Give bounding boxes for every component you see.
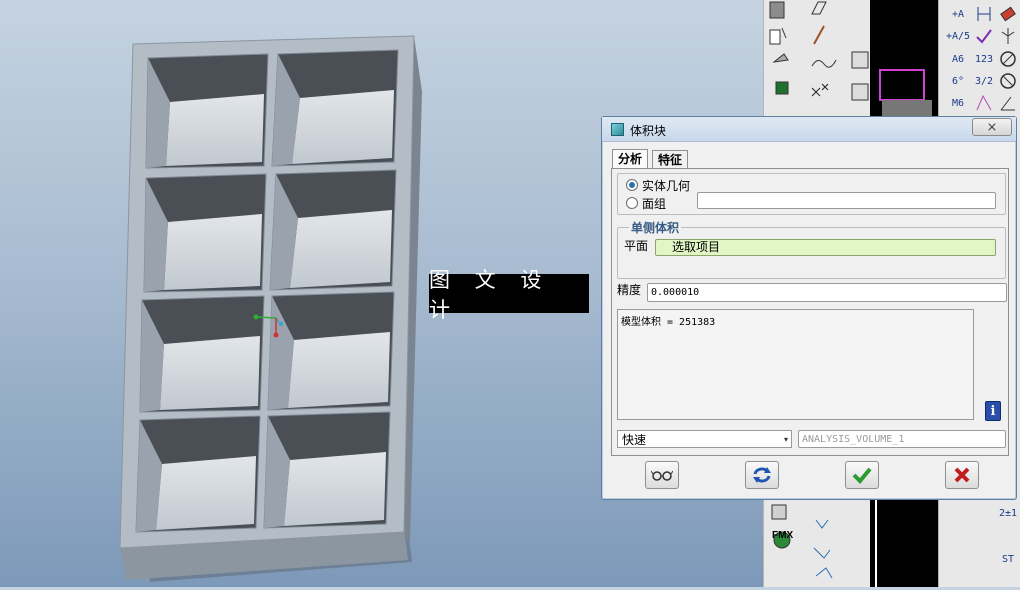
dimension-icon[interactable]: +A — [947, 3, 969, 25]
ok-button[interactable] — [845, 461, 879, 489]
tray-cell-floor — [290, 210, 392, 288]
precision-label: 精度 — [617, 283, 642, 297]
one-side-volume-title: 单侧体积 — [629, 219, 682, 236]
solid-geometry-label: 实体几何 — [642, 179, 691, 193]
result-text: 模型体积 = 251383 — [621, 317, 716, 328]
check-dimension-icon[interactable] — [973, 25, 995, 47]
analysis-tab-panel: 实体几何 面组 单侧体积 平面 选取项目 精度 0.000010 模型体积 = … — [611, 168, 1009, 456]
slash-circle-icon[interactable] — [997, 70, 1019, 92]
baseline-dimension-icon[interactable] — [973, 3, 995, 25]
preview-button[interactable] — [645, 461, 679, 489]
ordinate-dimension-icon[interactable]: 123 — [973, 48, 995, 70]
watermark-banner: 图 文 设 计 — [429, 268, 589, 322]
eraser-icon[interactable] — [997, 3, 1019, 25]
tray-cell-floor — [164, 214, 262, 290]
refresh-arrows-icon — [753, 467, 771, 483]
radio-quilt[interactable] — [626, 197, 638, 209]
precision-input[interactable]: 0.000010 — [647, 283, 1007, 302]
watermark-text: 图 文 设 计 — [429, 267, 551, 322]
dialog-titlebar[interactable]: 体积块 ⨯ — [602, 117, 1016, 142]
tray-cell-floor — [284, 452, 386, 526]
symmetry-icon[interactable] — [997, 25, 1019, 47]
close-icon: ⨯ — [986, 119, 998, 135]
fraction-dimension-icon[interactable]: 3/2 — [973, 70, 995, 92]
no-circle-icon[interactable] — [997, 48, 1019, 70]
volume-block-dialog: 体积块 ⨯ 分析 特征 实体几何 面组 单侧体积 平面 选取项目 精度 0.00… — [601, 116, 1017, 500]
tray-cell-floor — [292, 90, 394, 164]
quilt-select-field[interactable] — [697, 192, 996, 209]
mode-value: 快速 — [622, 433, 647, 447]
chevron-down-icon: ▾ — [783, 435, 788, 444]
tray-cell-floor — [156, 456, 256, 530]
tray-cell-floor — [288, 332, 390, 408]
radio-solid-geometry[interactable] — [626, 179, 638, 191]
tray-cell-floor — [160, 336, 260, 410]
plane-select-field[interactable]: 选取项目 — [655, 239, 996, 256]
surface-finish-icon[interactable] — [973, 92, 995, 114]
cancel-button[interactable] — [945, 461, 979, 489]
datum-icon[interactable]: A6 — [947, 48, 969, 70]
fmx-label: FMX — [772, 530, 793, 541]
tray-cell-floor — [166, 94, 264, 166]
standard-icon[interactable]: ST — [997, 548, 1019, 570]
checkmark-icon — [852, 467, 872, 484]
info-icon[interactable]: i — [985, 401, 1001, 421]
angle-dimension-icon[interactable]: 6° — [947, 70, 969, 92]
analysis-name-input[interactable]: ANALYSIS_VOLUME_1 — [798, 430, 1006, 448]
glasses-icon — [651, 470, 673, 481]
result-text-area: 模型体积 = 251383 — [617, 309, 974, 420]
tab-analysis[interactable]: 分析 — [612, 149, 649, 169]
close-button[interactable]: ⨯ — [972, 118, 1012, 136]
angle-icon[interactable] — [997, 92, 1019, 114]
thread-note-icon[interactable]: M6 — [947, 92, 969, 114]
red-x-icon — [954, 467, 970, 483]
limit-dimension-icon[interactable]: 2±1 — [997, 502, 1019, 524]
dialog-title: 体积块 — [630, 124, 667, 138]
tab-feature[interactable]: 特征 — [652, 150, 689, 169]
mode-select[interactable]: 快速 ▾ — [617, 430, 792, 448]
plane-label: 平面 — [624, 239, 649, 253]
repeat-button[interactable] — [745, 461, 779, 489]
dialog-app-icon — [611, 123, 624, 136]
quilt-label: 面组 — [642, 197, 667, 211]
dimension-tolerance-icon[interactable]: +A/5 — [946, 25, 970, 47]
